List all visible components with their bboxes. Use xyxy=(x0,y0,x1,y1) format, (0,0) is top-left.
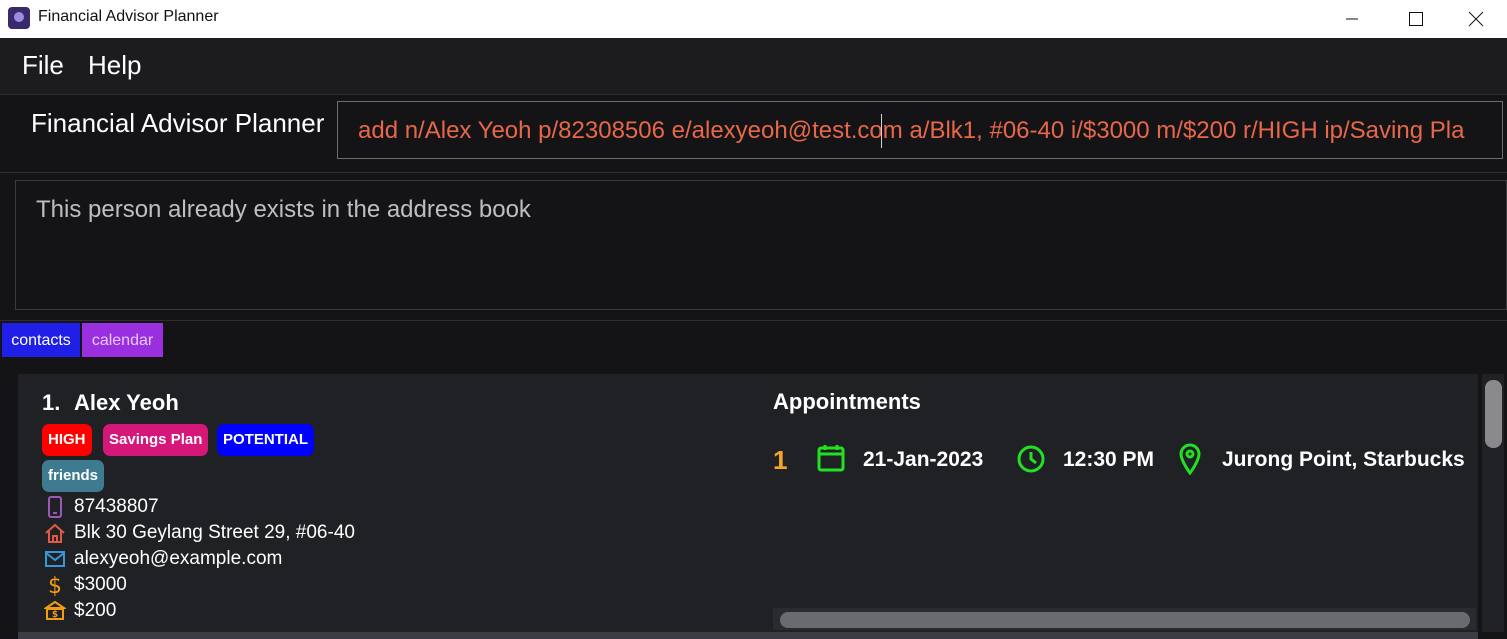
tag-high: HIGH xyxy=(42,424,92,456)
tab-contacts[interactable]: contacts xyxy=(2,323,80,357)
home-icon xyxy=(45,523,65,543)
tab-bar: contacts calendar xyxy=(0,320,1507,360)
command-input[interactable]: add n/Alex Yeoh p/82308506 e/alexyeoh@te… xyxy=(337,101,1503,159)
svg-text:$: $ xyxy=(48,574,62,596)
minimize-icon xyxy=(1346,18,1358,20)
command-label: Financial Advisor Planner xyxy=(31,108,325,138)
clock-icon xyxy=(1017,445,1045,473)
window-titlebar: Financial Advisor Planner xyxy=(0,0,1507,38)
text-caret xyxy=(881,114,882,148)
person-income: $3000 xyxy=(74,574,127,595)
bank-icon: $ xyxy=(44,600,66,620)
svg-text:$: $ xyxy=(52,610,58,620)
tag-friends: friends xyxy=(42,460,105,492)
appointment-number: 1 xyxy=(773,445,788,475)
menu-help[interactable]: Help xyxy=(88,50,141,81)
tag-savings-plan: Savings Plan xyxy=(103,424,209,456)
phone-icon xyxy=(48,496,62,518)
vertical-scrollbar-thumb[interactable] xyxy=(1485,380,1502,448)
menu-file[interactable]: File xyxy=(22,50,64,81)
horizontal-scrollbar-thumb[interactable] xyxy=(780,612,1470,628)
person-monthly: $200 xyxy=(74,600,117,621)
tag-potential: POTENTIAL xyxy=(217,424,314,456)
person-address: Blk 30 Geylang Street 29, #06-40 xyxy=(74,522,355,543)
calendar-icon xyxy=(817,445,845,472)
person-phone: 87438807 xyxy=(74,496,159,517)
result-message: This person already exists in the addres… xyxy=(36,196,531,223)
maximize-icon xyxy=(1409,12,1423,26)
app-icon xyxy=(8,7,30,29)
list-bottom-edge xyxy=(18,632,1478,639)
minimize-button[interactable] xyxy=(1321,0,1383,38)
appointment-location: Jurong Point, Starbucks xyxy=(1222,448,1465,471)
result-display[interactable]: This person already exists in the addres… xyxy=(15,180,1507,310)
appointment-time: 12:30 PM xyxy=(1063,448,1155,471)
person-name: Alex Yeoh xyxy=(74,390,179,415)
window-title: Financial Advisor Planner xyxy=(38,8,219,25)
close-icon xyxy=(1468,11,1484,27)
email-icon xyxy=(45,551,65,567)
appointment-date: 21-Jan-2023 xyxy=(863,448,984,471)
tab-calendar[interactable]: calendar xyxy=(82,323,163,357)
person-card[interactable] xyxy=(18,374,1478,632)
appointments-title: Appointments xyxy=(773,389,921,414)
close-button[interactable] xyxy=(1445,0,1507,38)
person-index: 1. xyxy=(42,390,61,415)
menu-bar: File Help xyxy=(0,38,1507,94)
person-email: alexyeoh@example.com xyxy=(74,548,283,569)
maximize-button[interactable] xyxy=(1385,0,1447,38)
command-input-text: add n/Alex Yeoh p/82308506 e/alexyeoh@te… xyxy=(358,117,1465,144)
dollar-icon: $ xyxy=(48,574,62,596)
location-pin-icon xyxy=(1179,443,1201,475)
